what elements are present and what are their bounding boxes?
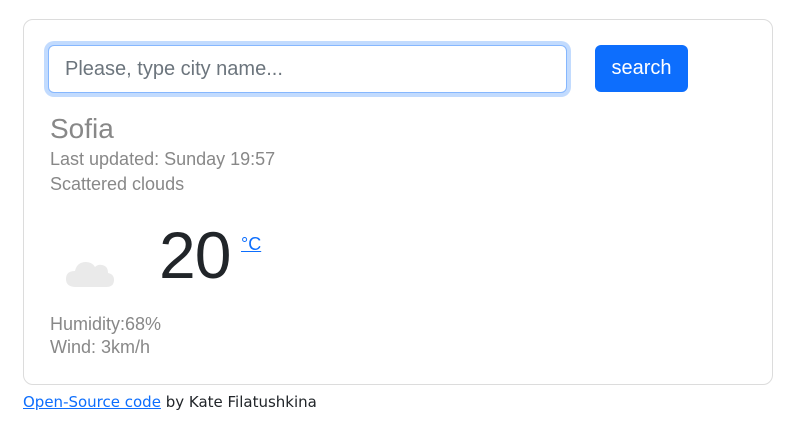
city-name: Sofia: [50, 113, 114, 144]
temperature-unit-link[interactable]: °C: [241, 234, 261, 255]
humidity-label: Humidity:: [50, 314, 126, 334]
temperature-value: 20: [159, 218, 231, 292]
weather-card: search Sofia Last updated: Sunday 19:57 …: [23, 19, 773, 385]
author-credit: by Kate Filatushkina: [160, 393, 317, 411]
source-code-link[interactable]: Open-Source code: [23, 393, 161, 411]
wind: Wind: 3km/h: [50, 337, 151, 357]
search-button[interactable]: search: [595, 45, 688, 92]
humidity-value: 68%: [125, 314, 162, 334]
humidity: Humidity:68%: [50, 313, 161, 335]
last-updated: Last updated: Sunday 19:57: [50, 149, 276, 169]
footer: Open-Source code by Kate Filatushkina: [23, 392, 317, 412]
city-search-input[interactable]: [48, 45, 567, 93]
cloud-icon: [66, 262, 114, 287]
weather-description: Scattered clouds: [50, 174, 185, 194]
